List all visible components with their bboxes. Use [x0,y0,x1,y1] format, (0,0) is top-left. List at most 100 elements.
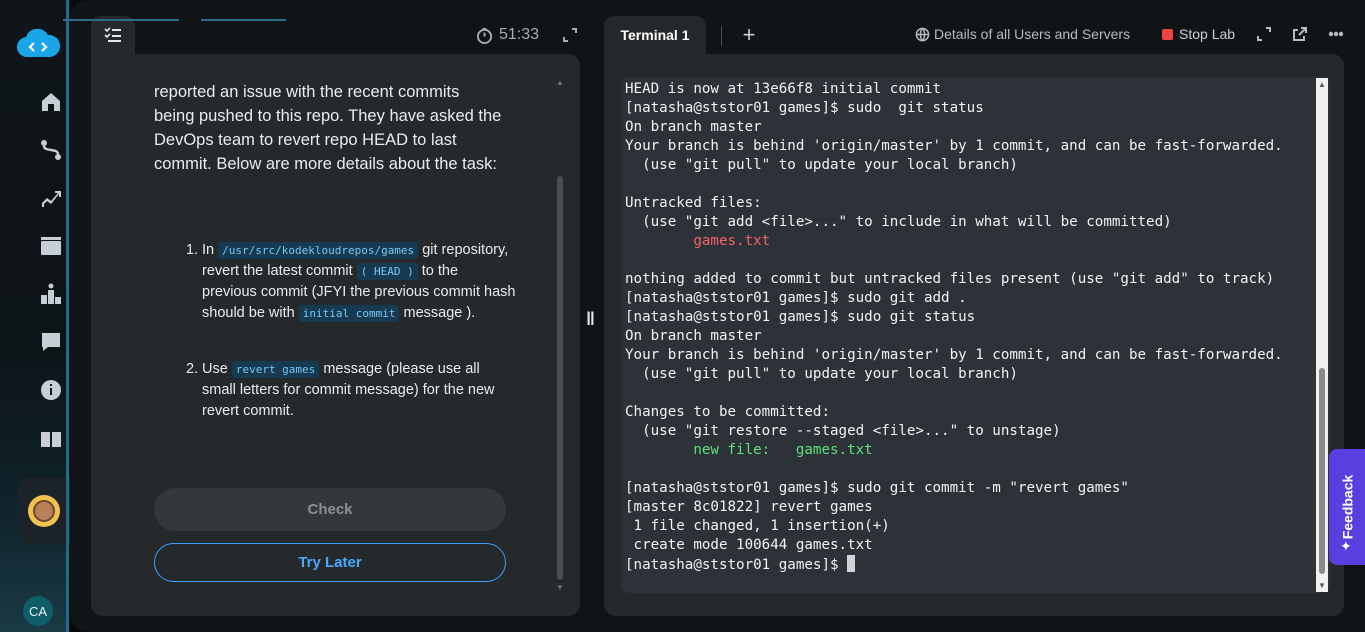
terminal-line-text: (use "git pull" to update your local bra… [625,157,1018,173]
terminal-line-text: (use "git add <file>..." to include in w… [625,214,1172,230]
stop-lab-label: Stop Lab [1179,26,1236,42]
head-code: ( HEAD ) [356,263,418,280]
terminal-line-text: [natasha@ststor01 games]$ sudo git statu… [625,309,976,325]
feedback-button[interactable]: Feedback ✦ [1329,449,1365,565]
expand-terminal-icon[interactable] [1256,26,1272,42]
scrollbar-thumb[interactable] [557,176,563,580]
terminal-cursor [847,555,856,572]
repo-path-code: /usr/src/kodekloudrepos/games [218,242,419,259]
terminal-line-text: On branch master [625,119,762,135]
terminal-line: Your branch is behind 'origin/master' by… [625,346,1283,365]
terminal-line: games.txt [625,232,1283,251]
commit-message-code: initial commit [298,305,400,322]
sparkle-icon: ✦ [1340,538,1352,554]
users-servers-link[interactable]: Details of all Users and Servers [915,26,1130,42]
terminal-line: nothing added to commit but untracked fi… [625,270,1283,289]
step-text: message ). [403,305,476,321]
terminal-line-text: (use "git restore --staged <file>..." to… [625,423,1061,439]
stop-icon [1162,28,1173,40]
scroll-up-icon[interactable]: ▲ [556,78,564,87]
terminal-line-text: HEAD is now at 13e66f8 initial commit [625,81,942,97]
playground-icon[interactable] [37,232,65,260]
terminal-line-text: [natasha@ststor01 games]$ [625,557,848,573]
terminal-line: [natasha@ststor01 games]$ sudo git add . [625,289,1283,308]
terminal-line-text: Your branch is behind 'origin/master' by… [625,138,1283,154]
task-description: reported an issue with the recent commit… [154,80,504,176]
check-button[interactable]: Check [154,488,506,531]
terminal-line: (use "git add <file>..." to include in w… [625,213,1283,232]
panel-resize-handle[interactable]: ‖ [586,309,595,330]
scrollbar-thumb[interactable] [1319,368,1325,574]
terminal-line-text: Changes to be committed: [625,404,830,420]
stop-lab-button[interactable]: Stop Lab [1162,26,1235,42]
tab-terminal-1[interactable]: Terminal 1 [604,16,706,54]
terminal-line: new file: games.txt [625,441,1283,460]
step-text: Use [202,361,228,377]
task-step-2: 2. Use revert games message (please use … [186,359,516,422]
terminal-output: HEAD is now at 13e66f8 initial commit [na… [625,80,1283,574]
task-steps: 1. In /usr/src/kodekloudrepos/games git … [186,240,516,457]
more-options-icon[interactable] [1328,26,1344,42]
terminal-line: (use "git pull" to update your local bra… [625,156,1283,175]
terminal-screen[interactable]: HEAD is now at 13e66f8 initial commit [na… [621,77,1330,593]
terminal-header: Terminal 1 + Details of all Users and Se… [604,16,1360,54]
stopwatch-icon [476,27,493,44]
rail-divider [66,0,69,632]
book-icon[interactable] [37,425,65,453]
open-external-icon[interactable] [1292,26,1308,42]
terminal-line: Changes to be committed: [625,403,1283,422]
terminal-line-text: create mode 100644 games.txt [625,537,873,553]
checklist-icon [104,27,121,42]
task-step-1: 1. In /usr/src/kodekloudrepos/games git … [186,240,516,324]
learning-path-icon[interactable] [37,136,65,164]
expand-task-icon[interactable] [562,27,578,43]
feedback-label: Feedback [1339,474,1355,540]
add-tab-button[interactable]: + [738,24,760,46]
step-number: 1. [186,242,199,258]
leaderboard-icon[interactable] [37,280,65,308]
terminal-line-text: [master 8c01822] revert games [625,499,873,515]
terminal-line: [master 8c01822] revert games [625,498,1283,517]
terminal-scrollbar[interactable]: ▲ ▼ [1316,78,1328,592]
try-later-button[interactable]: Try Later [154,543,506,582]
task-timer: 51:33 [476,24,539,46]
terminal-line: [natasha@ststor01 games]$ sudo git statu… [625,308,1283,327]
task-scrollbar[interactable]: ▲ ▼ [556,78,564,592]
terminal-line-text: games.txt [625,233,771,249]
terminal-line-text: [natasha@ststor01 games]$ sudo git add . [625,290,967,306]
avatar[interactable] [28,495,60,527]
user-initials-badge[interactable]: CA [23,596,53,626]
terminal-line-text: On branch master [625,328,762,344]
terminal-line: On branch master [625,327,1283,346]
info-icon[interactable] [37,376,65,404]
terminal-line-text: (use "git pull" to update your local bra… [625,366,1018,382]
terminal-line: 1 file changed, 1 insertion(+) [625,517,1283,536]
terminal-line: create mode 100644 games.txt [625,536,1283,555]
clipped-previous-line [63,14,443,22]
step-text: In [202,242,215,258]
progress-icon[interactable] [37,184,65,212]
task-intro: reported an issue with the recent commit… [154,83,502,173]
terminal-line-text: nothing added to commit but untracked fi… [625,271,1275,287]
terminal-line: HEAD is now at 13e66f8 initial commit [625,80,1283,99]
terminal-line-text: Untracked files: [625,195,762,211]
home-icon[interactable] [37,88,65,116]
timer-value: 51:33 [499,26,540,43]
terminal-line-text: new file: games.txt [625,442,873,458]
scroll-up-icon[interactable]: ▲ [1318,80,1326,89]
scroll-down-icon[interactable]: ▼ [1318,581,1326,590]
terminal-line: [natasha@ststor01 games]$ sudo git commi… [625,479,1283,498]
avatar-face-icon [33,500,55,522]
kodekloud-logo-icon[interactable] [16,29,60,61]
terminal-line: Your branch is behind 'origin/master' by… [625,137,1283,156]
step-number: 2. [186,361,199,377]
scroll-down-icon[interactable]: ▼ [556,583,564,592]
terminal-line: [natasha@ststor01 games]$ [625,555,1283,574]
notes-icon[interactable] [37,328,65,356]
terminal-line: (use "git restore --staged <file>..." to… [625,422,1283,441]
terminal-line-text: Your branch is behind 'origin/master' by… [625,347,1283,363]
